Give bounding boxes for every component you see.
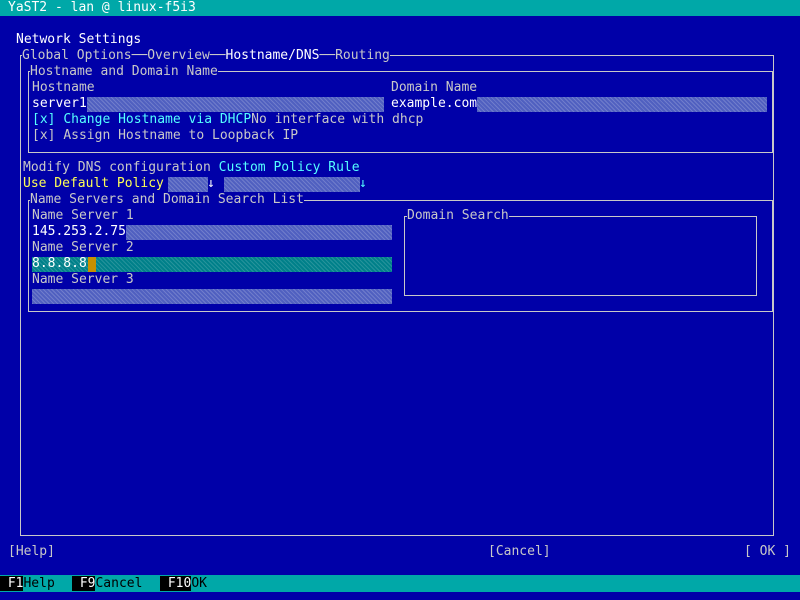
fkey-ok-key: F10 (160, 576, 192, 591)
hostname-section-title: Hostname and Domain Name (30, 64, 218, 80)
hostname-label: Hostname (32, 80, 95, 95)
custom-policy-dropdown-arrow-icon[interactable]: ↓ (359, 176, 367, 192)
fkey-help-key: F1 (0, 576, 24, 591)
tab-overview[interactable]: Overview (147, 48, 210, 63)
fkey-cancel[interactable]: F9Cancel (72, 576, 143, 591)
dhcp-note: No interface with dhcp (251, 112, 424, 127)
dhcp-checkbox[interactable]: [x] (32, 112, 55, 127)
dhcp-checkbox-label: Change Hostname via DHCP (63, 112, 252, 127)
domain-search-label: Domain Search (407, 208, 509, 224)
fkey-ok-label: OK (191, 576, 207, 591)
tab-separator: ── (319, 48, 336, 63)
domain-name-value: example.com (391, 96, 478, 112)
ok-button[interactable]: [ OK ] (744, 544, 791, 560)
tab-routing[interactable]: Routing (335, 48, 390, 63)
name-server-3-label: Name Server 3 (32, 272, 134, 287)
domain-search-input[interactable] (404, 216, 757, 296)
tab-separator: ── (131, 48, 148, 63)
fkey-ok[interactable]: F10OK (160, 576, 207, 591)
name-server-1-label: Name Server 1 (32, 208, 134, 223)
dns-policy-select-fill (168, 177, 208, 192)
dns-policy-select[interactable]: Use Default Policy (23, 176, 164, 192)
dns-policy-dropdown-arrow-icon[interactable]: ↓ (207, 176, 215, 192)
dns-policy-value: Use Default Policy (23, 176, 164, 191)
dialog-title: Network Settings (16, 32, 142, 47)
domain-name-label: Domain Name (391, 80, 478, 95)
custom-policy-select[interactable] (224, 177, 360, 192)
loopback-checkbox-row[interactable]: [x] Assign Hostname to Loopback IP (32, 128, 298, 144)
window-title: YaST2 - lan @ linux-f5i3 (8, 0, 196, 15)
name-server-2-value: 8.8.8.8 (32, 256, 87, 271)
loopback-checkbox-label: Assign Hostname to Loopback IP (63, 128, 299, 143)
window-titlebar: YaST2 - lan @ linux-f5i3 (0, 0, 800, 16)
text-cursor (88, 257, 96, 272)
cancel-button[interactable]: [Cancel] (488, 544, 551, 560)
hostname-value: server1 (32, 96, 87, 112)
loopback-checkbox[interactable]: [x] (32, 128, 55, 143)
nameservers-section-title: Name Servers and Domain Search List (30, 192, 304, 208)
fkey-help[interactable]: F1Help (0, 576, 55, 591)
name-server-2-label: Name Server 2 (32, 240, 134, 255)
tab-global-options[interactable]: Global Options (22, 48, 132, 63)
fkey-help-label: Help (23, 576, 55, 591)
dns-config-row: Modify DNS configuration Custom Policy R… (23, 160, 360, 176)
fkey-cancel-label: Cancel (95, 576, 143, 591)
tab-separator: ── (209, 48, 226, 63)
tab-bar: Global Options──Overview──Hostname/DNS──… (22, 48, 390, 64)
custom-policy-label: Custom Policy Rule (218, 160, 360, 175)
name-server-3-input[interactable] (32, 289, 392, 304)
name-server-1-value: 145.253.2.75 (32, 224, 126, 240)
tab-hostname-dns[interactable]: Hostname/DNS (226, 48, 320, 63)
help-button[interactable]: [Help] (8, 544, 55, 560)
fkey-cancel-key: F9 (72, 576, 96, 591)
dns-config-label: Modify DNS configuration (23, 160, 211, 175)
dhcp-checkbox-row[interactable]: [x] Change Hostname via DHCPNo interface… (32, 112, 423, 128)
